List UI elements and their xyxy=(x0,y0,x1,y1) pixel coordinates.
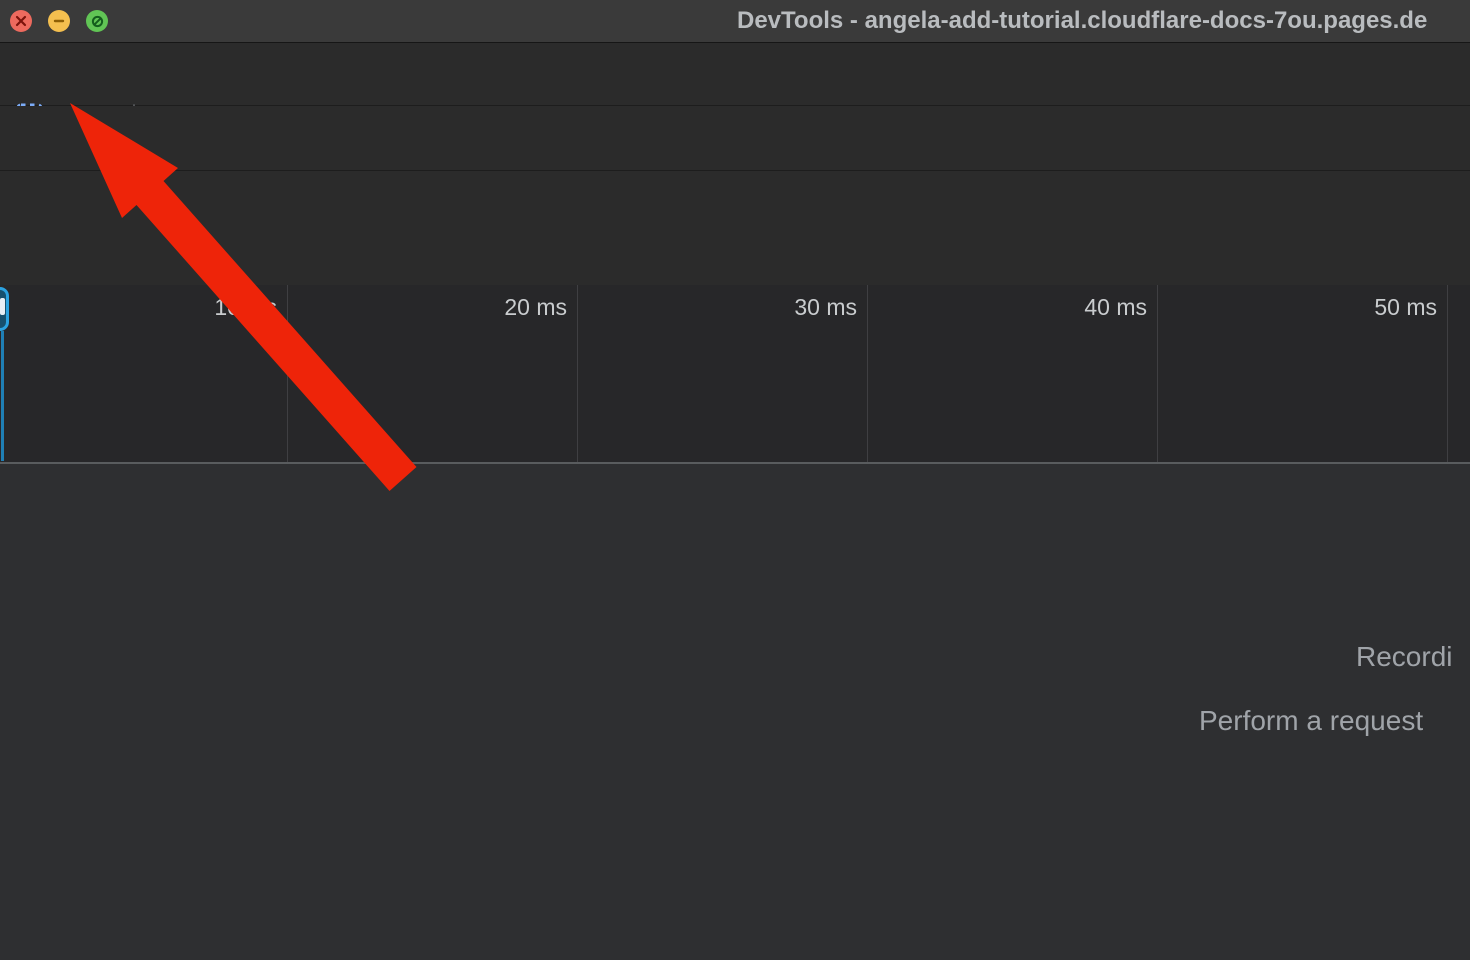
minimize-window-button[interactable] xyxy=(48,10,70,32)
empty-state-recording-text: Recordi xyxy=(1356,641,1452,673)
title-bar: DevTools - angela-add-tutorial.cloudflar… xyxy=(0,0,1470,43)
timeline-gridline xyxy=(287,285,288,462)
timeline-gridline xyxy=(577,285,578,462)
prohibited-icon xyxy=(91,15,104,28)
timeline-tick-50ms: 50 ms xyxy=(1242,294,1437,321)
timeline-gridline xyxy=(1447,285,1448,462)
timeline-tick-10ms: 10 ms xyxy=(82,294,277,321)
timeline-tick-20ms: 20 ms xyxy=(372,294,567,321)
network-filter-bar: Invert Hide data URLs Hide extension URL… xyxy=(0,171,1470,285)
empty-state-perform-text: Perform a request xyxy=(1199,705,1423,737)
devtools-tab-bar: Console Network Sources Performance Memo… xyxy=(0,43,1470,106)
devtools-window: DevTools - angela-add-tutorial.cloudflar… xyxy=(0,0,1470,960)
network-toolbar: Preserve log Disable cache No throttling xyxy=(0,106,1470,171)
timeline-tick-30ms: 30 ms xyxy=(662,294,857,321)
timeline-marker-line xyxy=(1,331,4,461)
timeline-marker-inner xyxy=(0,298,5,315)
minimize-icon xyxy=(53,15,65,27)
timeline-gridline xyxy=(1157,285,1158,462)
window-title: DevTools - angela-add-tutorial.cloudflar… xyxy=(737,7,1427,35)
requests-empty-area: Recordi Perform a request xyxy=(0,464,1470,960)
timeline-tick-40ms: 40 ms xyxy=(952,294,1147,321)
close-window-button[interactable] xyxy=(10,10,32,32)
zoom-window-button[interactable] xyxy=(86,10,108,32)
close-icon xyxy=(15,15,27,27)
timeline-gridline xyxy=(867,285,868,462)
